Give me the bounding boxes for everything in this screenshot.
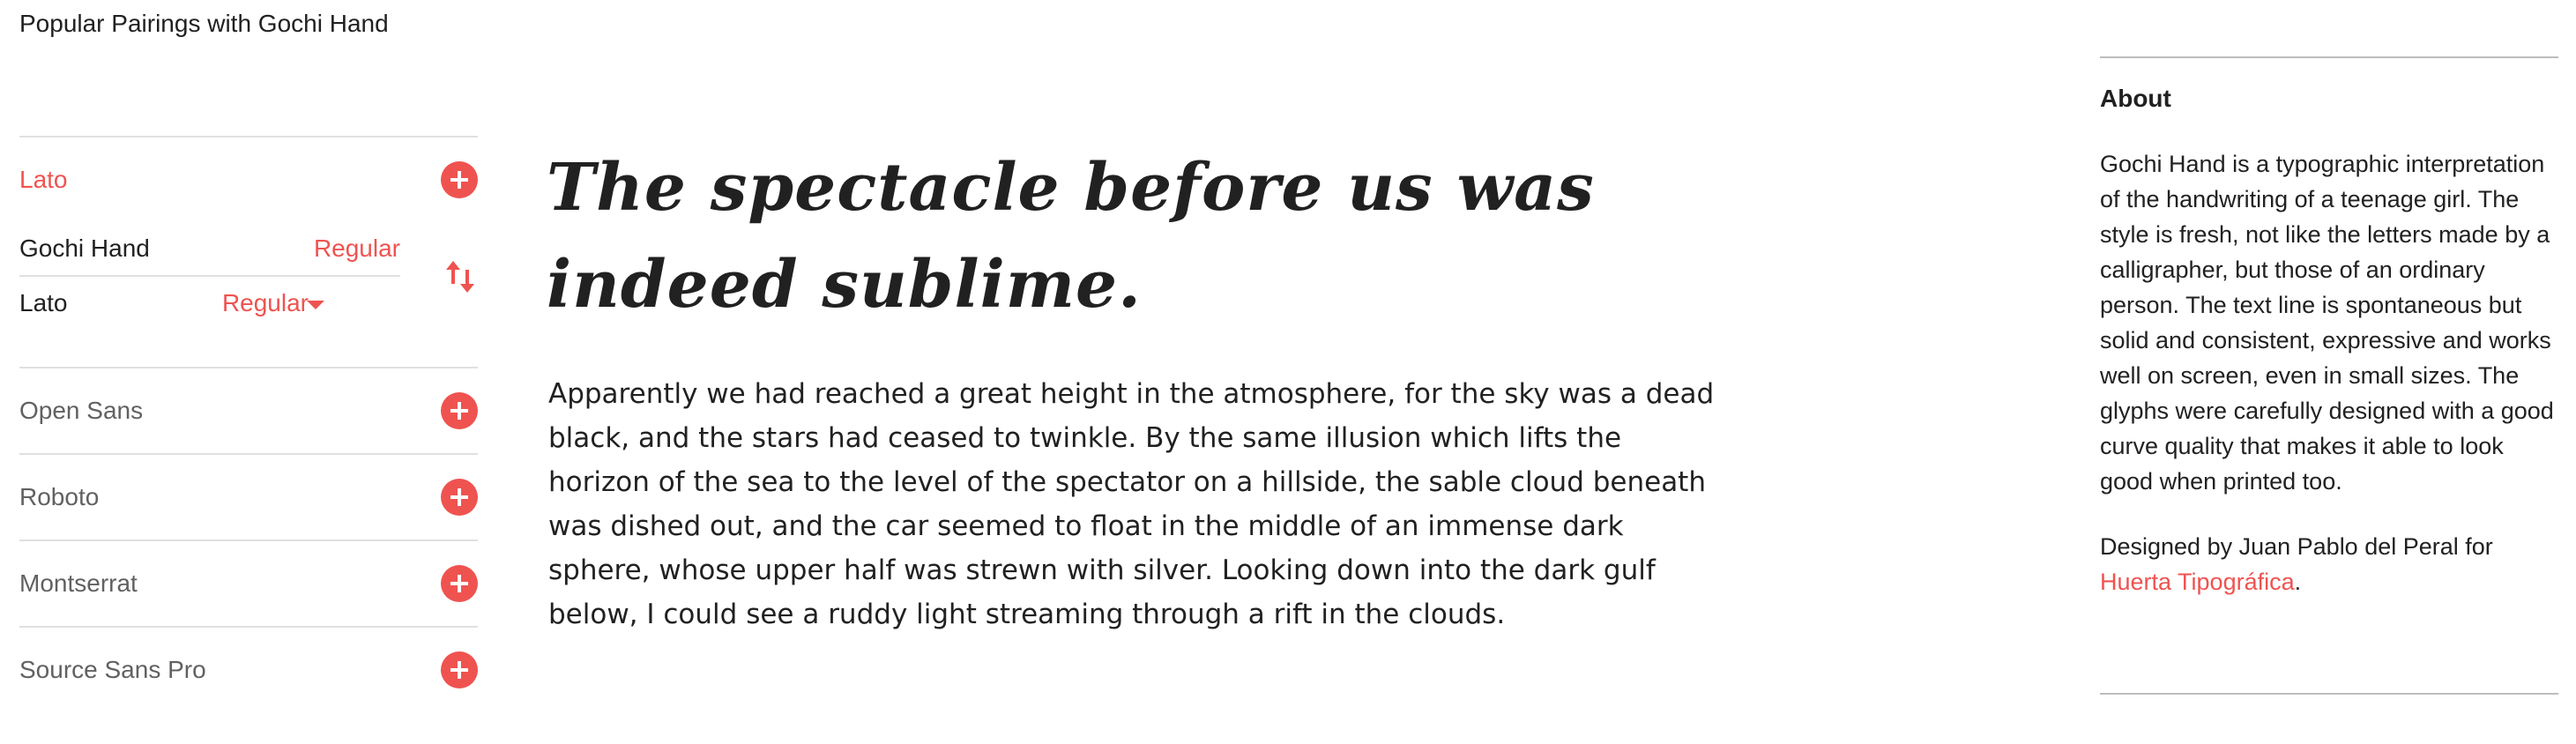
pairing-item-label: Lato <box>19 166 68 193</box>
secondary-font-weight-select[interactable]: Regular <box>222 289 309 317</box>
about-title: About <box>2100 85 2171 112</box>
divider <box>2100 56 2558 58</box>
add-circle-icon[interactable] <box>441 392 478 429</box>
about-designer: Designed by Juan Pablo del Peral for Huer… <box>2100 529 2558 599</box>
divider <box>2100 693 2558 695</box>
section-title: Popular Pairings with Gochi Hand <box>19 10 389 37</box>
designer-text: Designed by Juan Pablo del Peral for <box>2100 533 2493 560</box>
primary-font-weight[interactable]: Regular <box>314 234 400 263</box>
add-circle-icon[interactable] <box>441 479 478 516</box>
caret-down-icon[interactable] <box>307 301 324 309</box>
pairing-primary-font: Gochi Hand Regular <box>19 222 400 275</box>
add-circle-icon[interactable] <box>441 565 478 602</box>
preview-body: Apparently we had reached a great height… <box>548 378 1715 630</box>
preview-heading: The spectacle before us was indeed subli… <box>547 150 1595 323</box>
pairing-item-label: Montserrat <box>19 569 138 597</box>
pairing-secondary-font: Lato Regular <box>19 277 400 330</box>
pairing-item-label: Open Sans <box>19 397 144 424</box>
pairing-detail: Gochi Hand Regular Lato Regular <box>19 222 478 367</box>
swap-vertical-icon[interactable] <box>443 257 478 296</box>
add-circle-icon[interactable] <box>441 161 478 198</box>
pairing-item-label: Roboto <box>19 483 100 510</box>
pairing-item-source-sans-pro[interactable]: Source Sans Pro <box>19 628 478 712</box>
pairing-item-label: Source Sans Pro <box>19 656 206 683</box>
designer-suffix: . <box>2294 569 2302 595</box>
primary-font-name: Gochi Hand <box>19 234 150 262</box>
foundry-link[interactable]: Huerta Tipográfica <box>2100 569 2295 595</box>
pairing-item-open-sans[interactable]: Open Sans <box>19 368 478 453</box>
pairing-item-lato[interactable]: Lato <box>19 138 478 222</box>
add-circle-icon[interactable] <box>441 651 478 688</box>
pairings-sidebar: Lato Gochi Hand Regular Lato Regular Ope… <box>19 136 478 712</box>
about-description: Gochi Hand is a typographic interpretati… <box>2100 151 2554 495</box>
secondary-font-name: Lato <box>19 289 68 316</box>
about-panel: About Gochi Hand is a typographic interp… <box>2100 56 2558 695</box>
pairing-item-montserrat[interactable]: Montserrat <box>19 541 478 626</box>
pairing-item-roboto[interactable]: Roboto <box>19 455 478 539</box>
